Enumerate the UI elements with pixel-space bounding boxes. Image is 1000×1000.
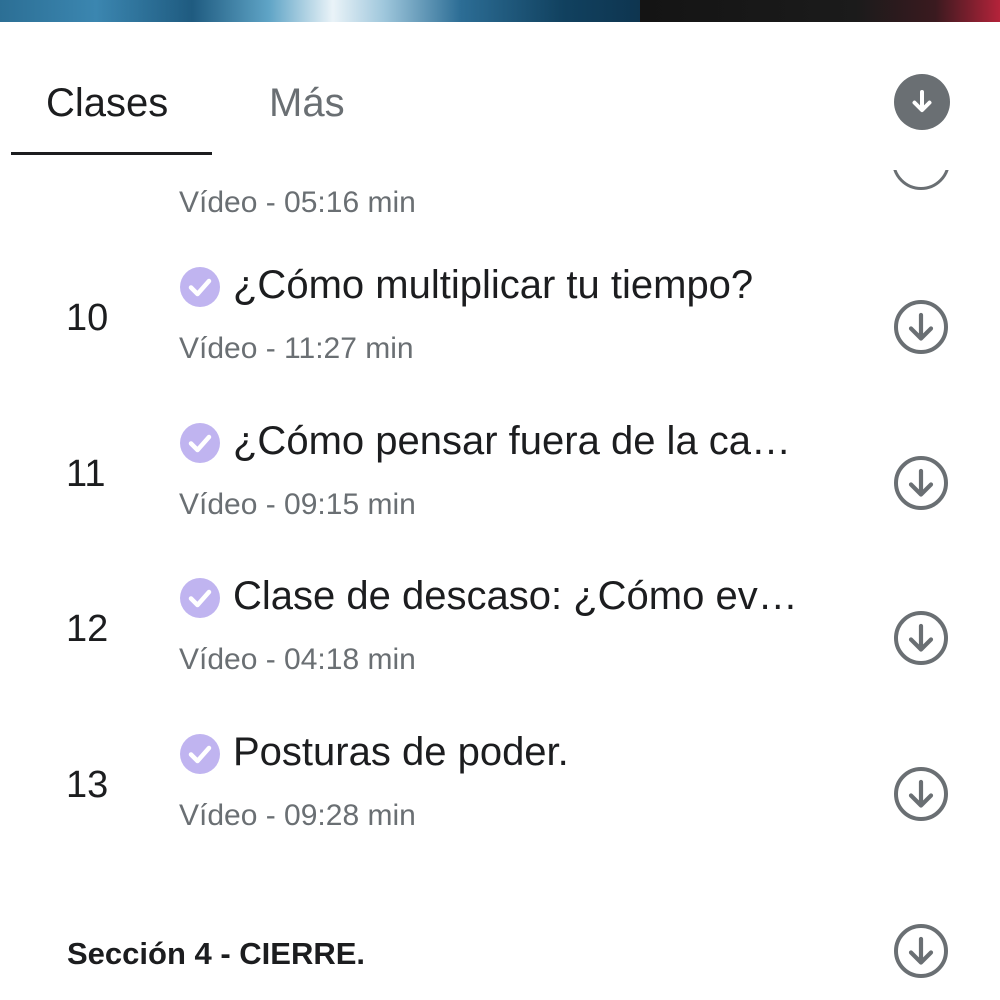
- video-thumbnail-right: [640, 0, 1000, 22]
- lesson-meta: Vídeo - 09:15 min: [179, 488, 416, 521]
- lesson-title[interactable]: Clase de descaso: ¿Cómo ev…: [233, 573, 843, 619]
- lesson-row-13[interactable]: 13 Posturas de poder. Vídeo - 09:28 min: [0, 721, 1000, 871]
- video-thumbnail-left: [0, 0, 640, 22]
- video-thumbnail-strip[interactable]: [0, 0, 1000, 22]
- lesson-number: 13: [66, 764, 109, 806]
- lesson-number: 11: [66, 453, 106, 495]
- section-header-title[interactable]: Sección 4 - CIERRE.: [67, 936, 365, 972]
- check-circle-icon: [180, 267, 220, 307]
- check-circle-icon: [180, 734, 220, 774]
- course-curriculum-screen: Clases Más Vídeo - 05:16 min 10 ¿Cómo mu…: [0, 0, 1000, 1000]
- lesson-number: 10: [66, 297, 109, 339]
- lesson-title[interactable]: ¿Cómo multiplicar tu tiempo?: [233, 262, 843, 308]
- download-circle-outline-icon[interactable]: [892, 922, 950, 980]
- download-circle-outline-icon[interactable]: [892, 765, 950, 823]
- lesson-list[interactable]: Vídeo - 05:16 min 10 ¿Cómo multiplicar t…: [0, 170, 1000, 1000]
- check-circle-icon: [180, 423, 220, 463]
- lesson-meta: Vídeo - 09:28 min: [179, 799, 416, 832]
- download-circle-outline-icon[interactable]: [892, 454, 950, 512]
- lesson-title[interactable]: ¿Cómo pensar fuera de la ca…: [233, 418, 843, 464]
- lesson-row-11[interactable]: 11 ¿Cómo pensar fuera de la ca… Vídeo - …: [0, 410, 1000, 560]
- lesson-row-10[interactable]: 10 ¿Cómo multiplicar tu tiempo? Vídeo - …: [0, 254, 1000, 404]
- download-circle-outline-icon[interactable]: [892, 298, 950, 356]
- download-circle-filled-icon: [912, 90, 932, 113]
- download-circle-outline-icon[interactable]: [892, 609, 950, 667]
- lesson-title[interactable]: Posturas de poder.: [233, 729, 843, 775]
- check-circle-icon: [180, 578, 220, 618]
- active-tab-indicator: [11, 152, 212, 155]
- lesson-meta: Vídeo - 04:18 min: [179, 643, 416, 676]
- lesson-row-12[interactable]: 12 Clase de descaso: ¿Cómo ev… Vídeo - 0…: [0, 565, 1000, 715]
- download-circle-outline-icon[interactable]: [892, 170, 950, 190]
- lesson-meta-partial: Vídeo - 05:16 min: [179, 186, 416, 219]
- tab-mas[interactable]: Más: [269, 80, 345, 126]
- lesson-number: 12: [66, 608, 109, 650]
- download-all-button[interactable]: [894, 74, 950, 130]
- tab-bar: Clases Más: [0, 22, 1000, 170]
- tab-clases[interactable]: Clases: [46, 80, 168, 126]
- lesson-meta: Vídeo - 11:27 min: [179, 332, 414, 365]
